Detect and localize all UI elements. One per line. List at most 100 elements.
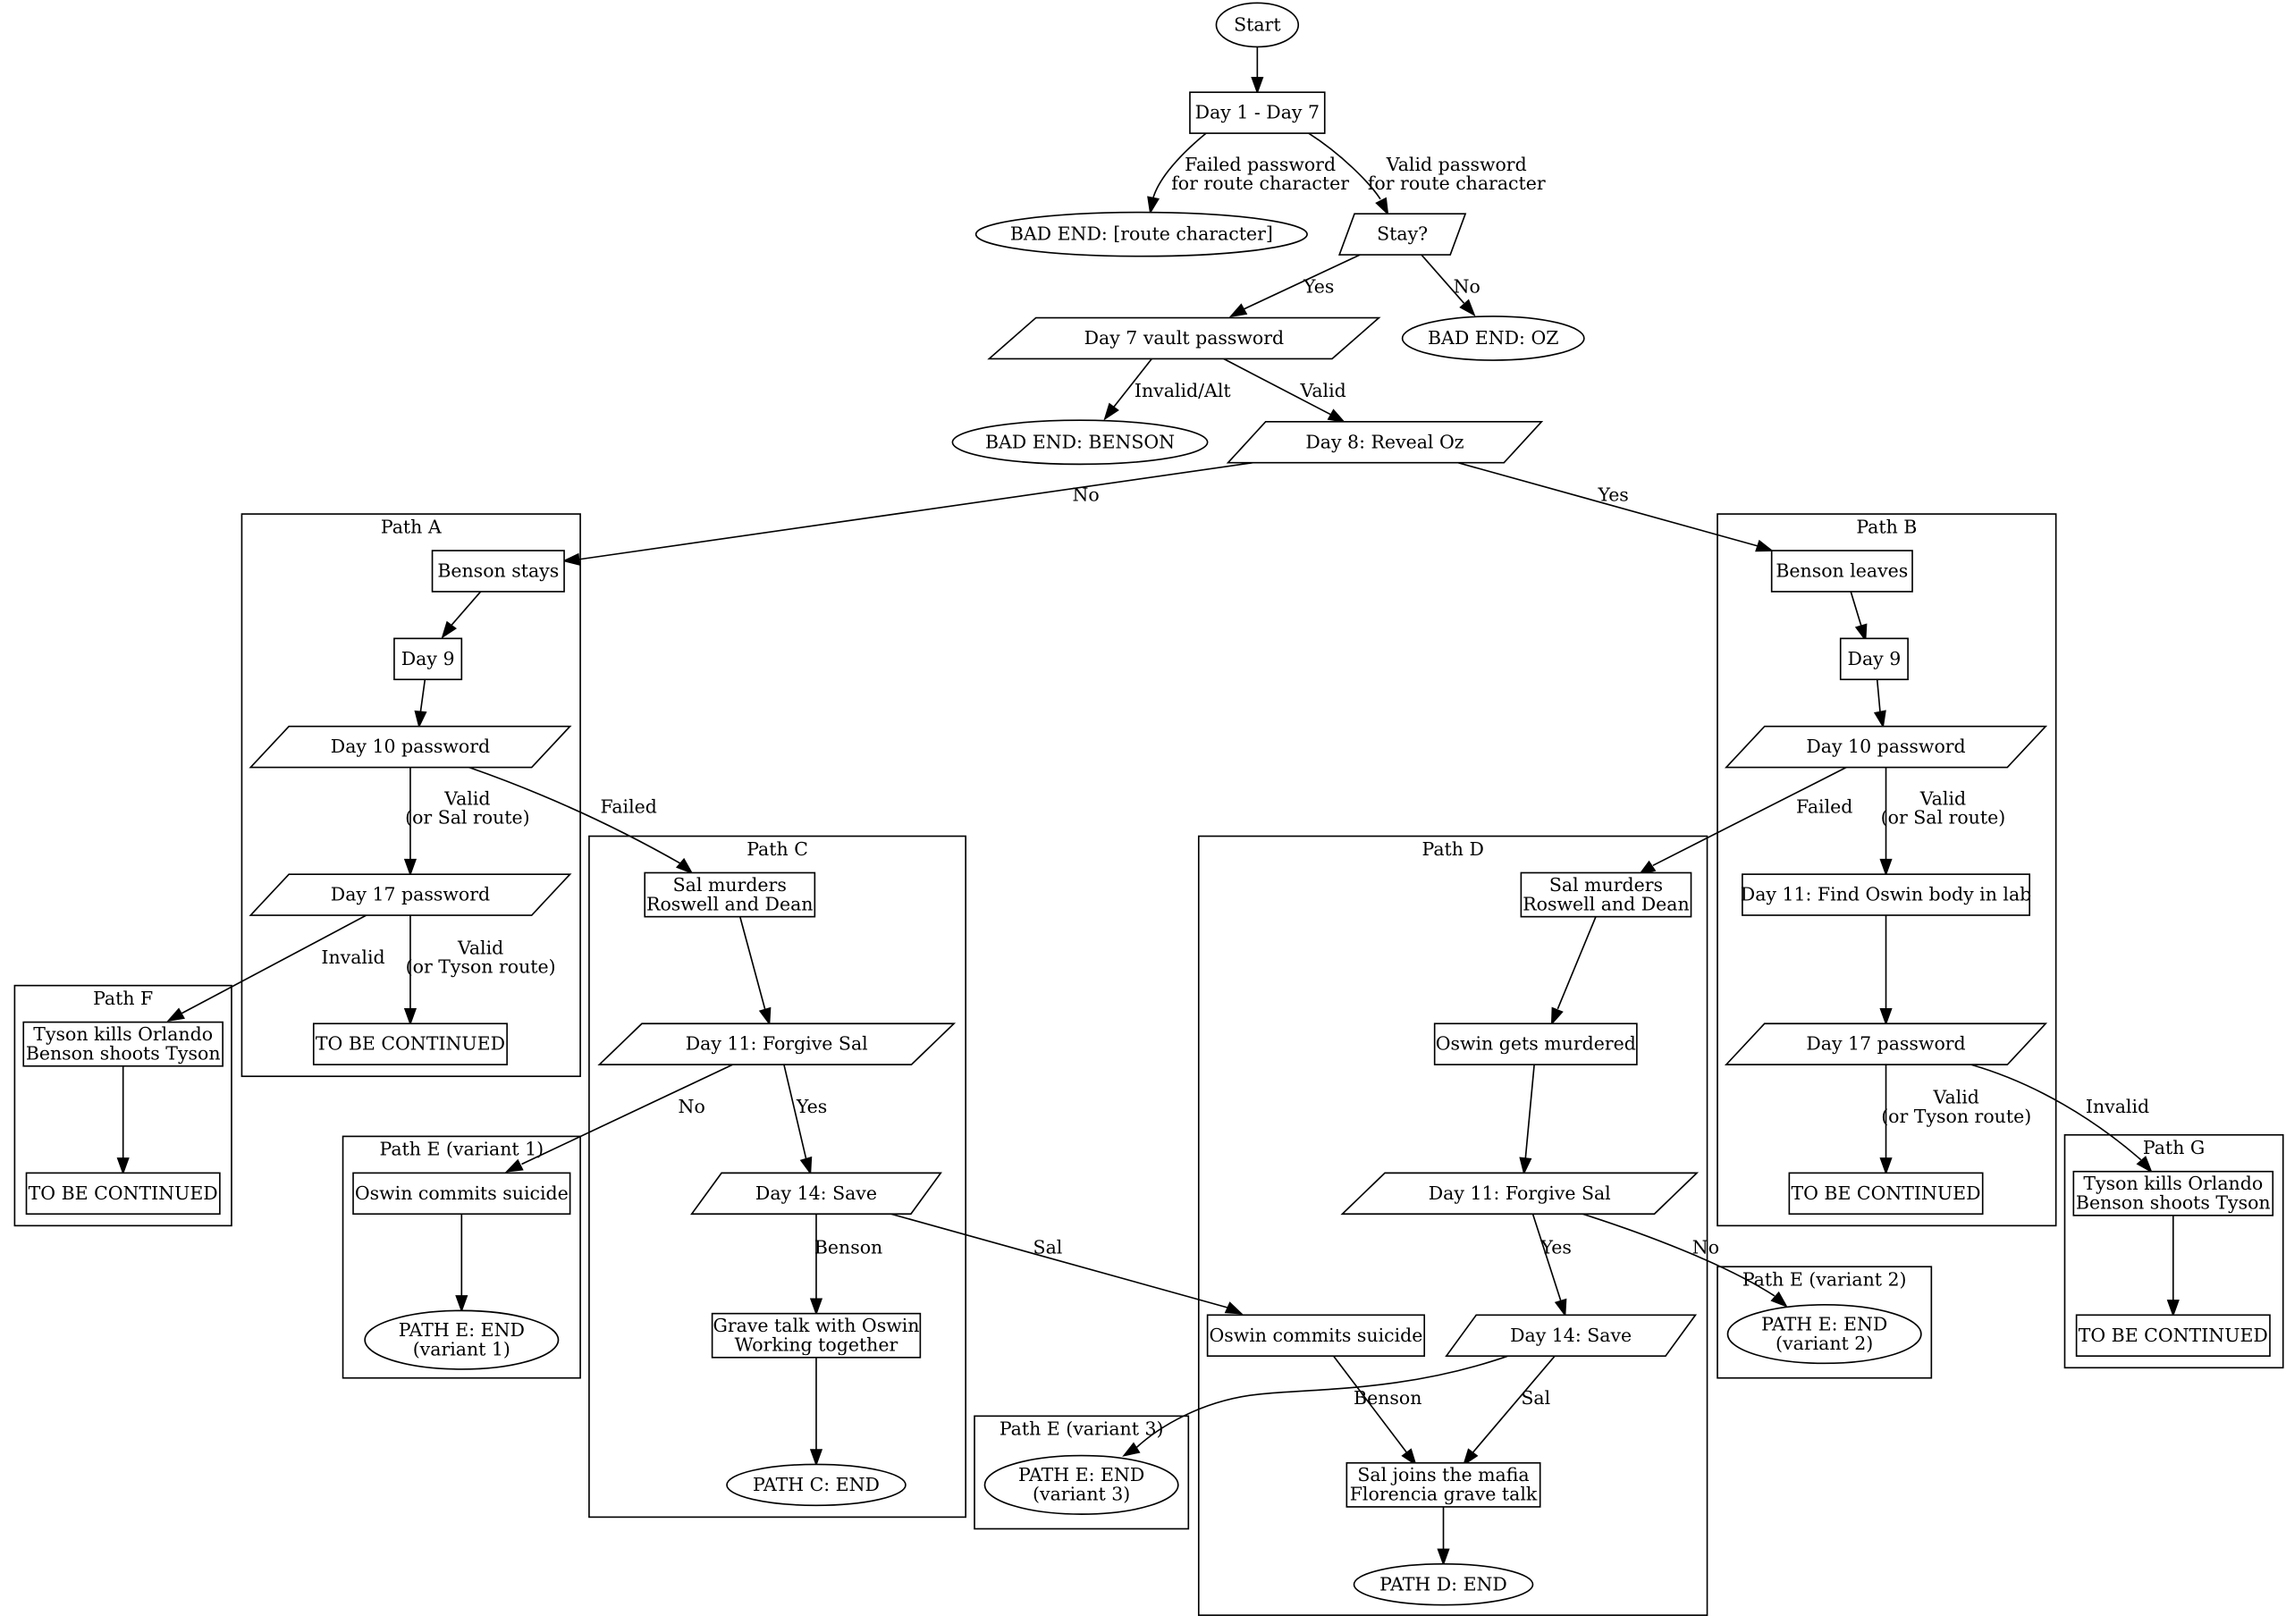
node-label: Day 14: Save xyxy=(755,1182,877,1204)
node-a-tbc[interactable]: TO BE CONTINUED xyxy=(312,1022,508,1065)
node-a-day9[interactable]: Day 9 xyxy=(393,637,463,681)
node-g-tbc[interactable]: TO BE CONTINUED xyxy=(2075,1314,2271,1357)
node-label: Benson leaves xyxy=(1776,560,1908,582)
node-label: PATH D: END xyxy=(1379,1573,1507,1595)
node-label: Day 7 vault password xyxy=(1084,327,1285,349)
node-label: Day 10 password xyxy=(1806,736,1965,757)
node-b-tbc[interactable]: TO BE CONTINUED xyxy=(1788,1172,1984,1216)
edge-label-text: Yes xyxy=(796,1096,827,1117)
edge-line xyxy=(1135,1355,1508,1449)
cluster-title: Path B xyxy=(1856,516,1917,537)
edge-label-stay-yes: Yes xyxy=(1303,276,1334,298)
node-b-day11[interactable]: Day 11: Find Oswin body in lab xyxy=(1741,873,2031,916)
node-label: Florencia grave talk xyxy=(1350,1484,1538,1505)
arrowhead-icon xyxy=(1879,858,1893,877)
node-d-save[interactable]: Day 14: Save xyxy=(1445,1314,1698,1357)
edge-label-valid-route: Valid passwordfor route character xyxy=(1368,154,1546,194)
node-d-forgive[interactable]: Day 11: Forgive Sal xyxy=(1340,1172,1700,1216)
arrowhead-icon xyxy=(1755,539,1774,552)
node-label: Day 10 password xyxy=(331,736,490,757)
node-c-grave[interactable]: Grave talk with OswinWorking together xyxy=(711,1312,922,1359)
node-c-end[interactable]: PATH C: END xyxy=(726,1463,907,1507)
arrowhead-icon xyxy=(1437,1548,1450,1567)
arrowhead-icon xyxy=(414,710,427,729)
node-day1-7[interactable]: Day 1 - Day 7 xyxy=(1189,91,1326,134)
node-label: Stay? xyxy=(1377,223,1428,245)
edge-label-text: (or Sal route) xyxy=(1881,807,2006,829)
node-b-day10[interactable]: Day 10 password xyxy=(1724,725,2048,769)
edge-reveal-to-benson-stays xyxy=(561,461,1253,566)
edge-c-forgive-to-save xyxy=(783,1064,813,1175)
arrowhead-icon xyxy=(2166,1300,2180,1317)
node-d-suicide[interactable]: Oswin commits suicide xyxy=(1206,1314,1426,1357)
arrowhead-icon xyxy=(1463,1448,1479,1467)
edge-label-stay-no: No xyxy=(1454,276,1480,298)
edge-label-reveal-yes: Yes xyxy=(1597,484,1628,505)
edge-start-to-day1-7 xyxy=(1251,46,1264,95)
node-a-day17[interactable]: Day 17 password xyxy=(249,873,572,916)
edge-label-text: (or Tyson route) xyxy=(406,956,556,978)
node-g-tyson[interactable]: Tyson kills OrlandoBenson shoots Tyson xyxy=(2072,1170,2274,1216)
node-e2-end[interactable]: PATH E: END(variant 2) xyxy=(1726,1304,1922,1365)
arrowhead-icon xyxy=(1103,402,1119,421)
arrowhead-icon xyxy=(1251,77,1264,95)
node-e1-end[interactable]: PATH E: END(variant 1) xyxy=(364,1309,560,1370)
edge-label-a-day17-valid: Valid(or Tyson route) xyxy=(406,937,556,977)
node-c-save[interactable]: Day 14: Save xyxy=(690,1172,942,1216)
edge-d-forgive-to-e2 xyxy=(1582,1213,1788,1308)
edge-label-b-day17-invalid: Invalid xyxy=(2086,1096,2149,1117)
edge-label-d-save-sal: Sal xyxy=(1521,1387,1550,1409)
node-f-tyson[interactable]: Tyson kills OrlandoBenson shoots Tyson xyxy=(22,1021,224,1067)
arrowhead-icon xyxy=(455,1295,468,1313)
node-d-end[interactable]: PATH D: END xyxy=(1353,1563,1534,1606)
node-label: (variant 3) xyxy=(1033,1484,1130,1505)
node-label: PATH C: END xyxy=(753,1474,880,1495)
edge-d-save-to-e3 xyxy=(1122,1355,1508,1457)
node-label: Day 9 xyxy=(1848,648,1902,669)
arrowhead-icon xyxy=(166,1007,185,1022)
node-start[interactable]: Start xyxy=(1215,2,1300,48)
node-a-day10[interactable]: Day 10 password xyxy=(249,725,572,769)
node-bad-route[interactable]: BAD END: [route character] xyxy=(974,211,1308,257)
node-label: Benson shoots Tyson xyxy=(26,1042,221,1064)
edge-label-text: Benson xyxy=(814,1236,882,1258)
node-a-benson-stays[interactable]: Benson stays xyxy=(431,550,565,593)
edge-label-text: Sal xyxy=(1033,1236,1063,1258)
node-c-forgive[interactable]: Day 11: Forgive Sal xyxy=(597,1022,957,1065)
edge-label-text: Yes xyxy=(1303,276,1334,298)
cluster-title: Path D xyxy=(1421,838,1483,860)
edge-label-text: Yes xyxy=(1597,484,1628,505)
edge-b-day9-to-day10 xyxy=(1873,679,1886,729)
arrowhead-icon xyxy=(1327,408,1346,424)
node-e3-end[interactable]: PATH E: END(variant 3) xyxy=(983,1454,1179,1515)
node-d-sal[interactable]: Sal murdersRoswell and Dean xyxy=(1520,871,1692,918)
node-b-benson-leaves[interactable]: Benson leaves xyxy=(1770,550,1913,593)
edge-f-tyson-to-f-tbc xyxy=(116,1065,130,1175)
node-reveal-oz[interactable]: Day 8: Reveal Oz xyxy=(1226,421,1544,464)
node-label: Day 11: Forgive Sal xyxy=(1429,1182,1611,1204)
node-stay[interactable]: Stay? xyxy=(1337,213,1467,256)
arrowhead-icon xyxy=(809,1298,823,1317)
node-vault[interactable]: Day 7 vault password xyxy=(987,316,1381,360)
edge-label-text: Failed xyxy=(1796,795,1852,817)
arrowhead-icon xyxy=(1224,1301,1244,1315)
edge-label-text: for route character xyxy=(1171,172,1349,194)
node-c-sal[interactable]: Sal murdersRoswell and Dean xyxy=(644,871,816,918)
node-label: TO BE CONTINUED xyxy=(29,1182,218,1204)
edge-line xyxy=(1524,1064,1535,1159)
node-bad-benson[interactable]: BAD END: BENSON xyxy=(951,419,1209,466)
node-f-tbc[interactable]: TO BE CONTINUED xyxy=(25,1172,221,1216)
arrowhead-icon xyxy=(1228,303,1248,318)
node-bad-oz[interactable]: BAD END: OZ xyxy=(1401,316,1585,361)
node-b-day9[interactable]: Day 9 xyxy=(1839,637,1909,681)
node-d-oswin[interactable]: Oswin gets murdered xyxy=(1433,1022,1638,1065)
edge-line xyxy=(451,591,482,627)
node-b-day17[interactable]: Day 17 password xyxy=(1724,1022,2048,1065)
node-label: Oswin commits suicide xyxy=(1209,1325,1422,1346)
node-d-mafia[interactable]: Sal joins the mafiaFlorencia grave talk xyxy=(1345,1461,1541,1508)
node-e1-suicide[interactable]: Oswin commits suicide xyxy=(352,1172,571,1216)
cluster-title: Path C xyxy=(747,838,808,860)
edge-label-text: Yes xyxy=(1540,1236,1572,1258)
cluster-title: Path E (variant 2) xyxy=(1742,1269,1907,1291)
node-label: Day 9 xyxy=(401,648,455,669)
